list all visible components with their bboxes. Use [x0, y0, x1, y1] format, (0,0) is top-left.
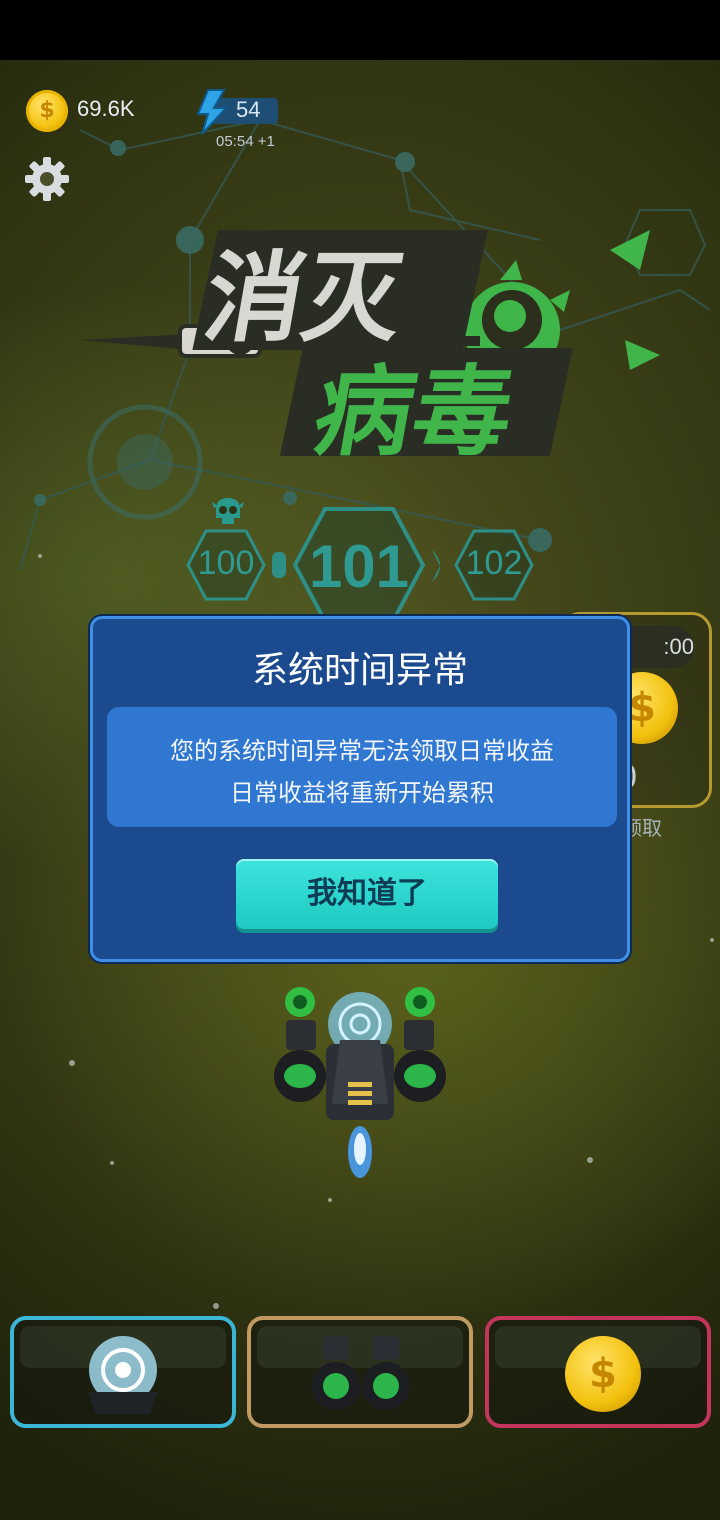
energy-timer: 05:54 +1 — [216, 133, 275, 150]
level-next[interactable]: 102 — [454, 528, 534, 602]
status-bar — [0, 0, 720, 60]
energy-count: 54 — [236, 97, 261, 122]
tab-coins[interactable]: $ — [485, 1316, 711, 1428]
skull-icon — [212, 498, 244, 524]
tab-shield[interactable] — [10, 1316, 236, 1428]
turret-icon — [312, 1336, 410, 1410]
dialog-message-line1: 您的系统时间异常无法领取日常收益 — [170, 737, 554, 765]
level-next-label: 102 — [465, 544, 523, 582]
level-previous-label: 100 — [197, 544, 255, 582]
lightning-icon — [196, 89, 229, 135]
shield-dome-icon — [88, 1336, 158, 1414]
game-logo: 消灭 病毒 — [80, 230, 660, 470]
game-scene: $ 69.6K 54 05:54 +1 消灭 病毒 100 101 102:0… — [0, 60, 720, 1520]
dialog-message-box: 您的系统时间异常无法领取日常收益 日常收益将重新开始累积 — [107, 707, 617, 827]
level-current[interactable]: 101 — [292, 506, 426, 624]
chevron-right-icon — [432, 550, 440, 582]
time-error-dialog: 系统时间异常 您的系统时间异常无法领取日常收益 日常收益将重新开始累积 我知道了 — [90, 616, 630, 962]
coin-balance: 69.6K — [77, 96, 135, 121]
connector-dot — [272, 552, 286, 578]
dialog-title: 系统时间异常 — [251, 650, 468, 691]
level-current-label: 101 — [308, 533, 410, 600]
tab-turrets[interactable] — [247, 1316, 473, 1428]
acknowledge-button[interactable]: 我知道了 — [236, 859, 498, 929]
player-ship — [274, 987, 446, 1178]
dialog-message-line2: 日常收益将重新开始累积 — [230, 779, 494, 807]
gear-icon[interactable] — [24, 156, 70, 202]
logo-line2: 病毒 — [306, 356, 522, 470]
coin-icon: $ — [565, 1336, 641, 1412]
coin-icon: $ — [26, 90, 68, 132]
level-previous[interactable]: 100 — [186, 528, 266, 602]
logo-line1: 消灭 — [196, 242, 412, 356]
